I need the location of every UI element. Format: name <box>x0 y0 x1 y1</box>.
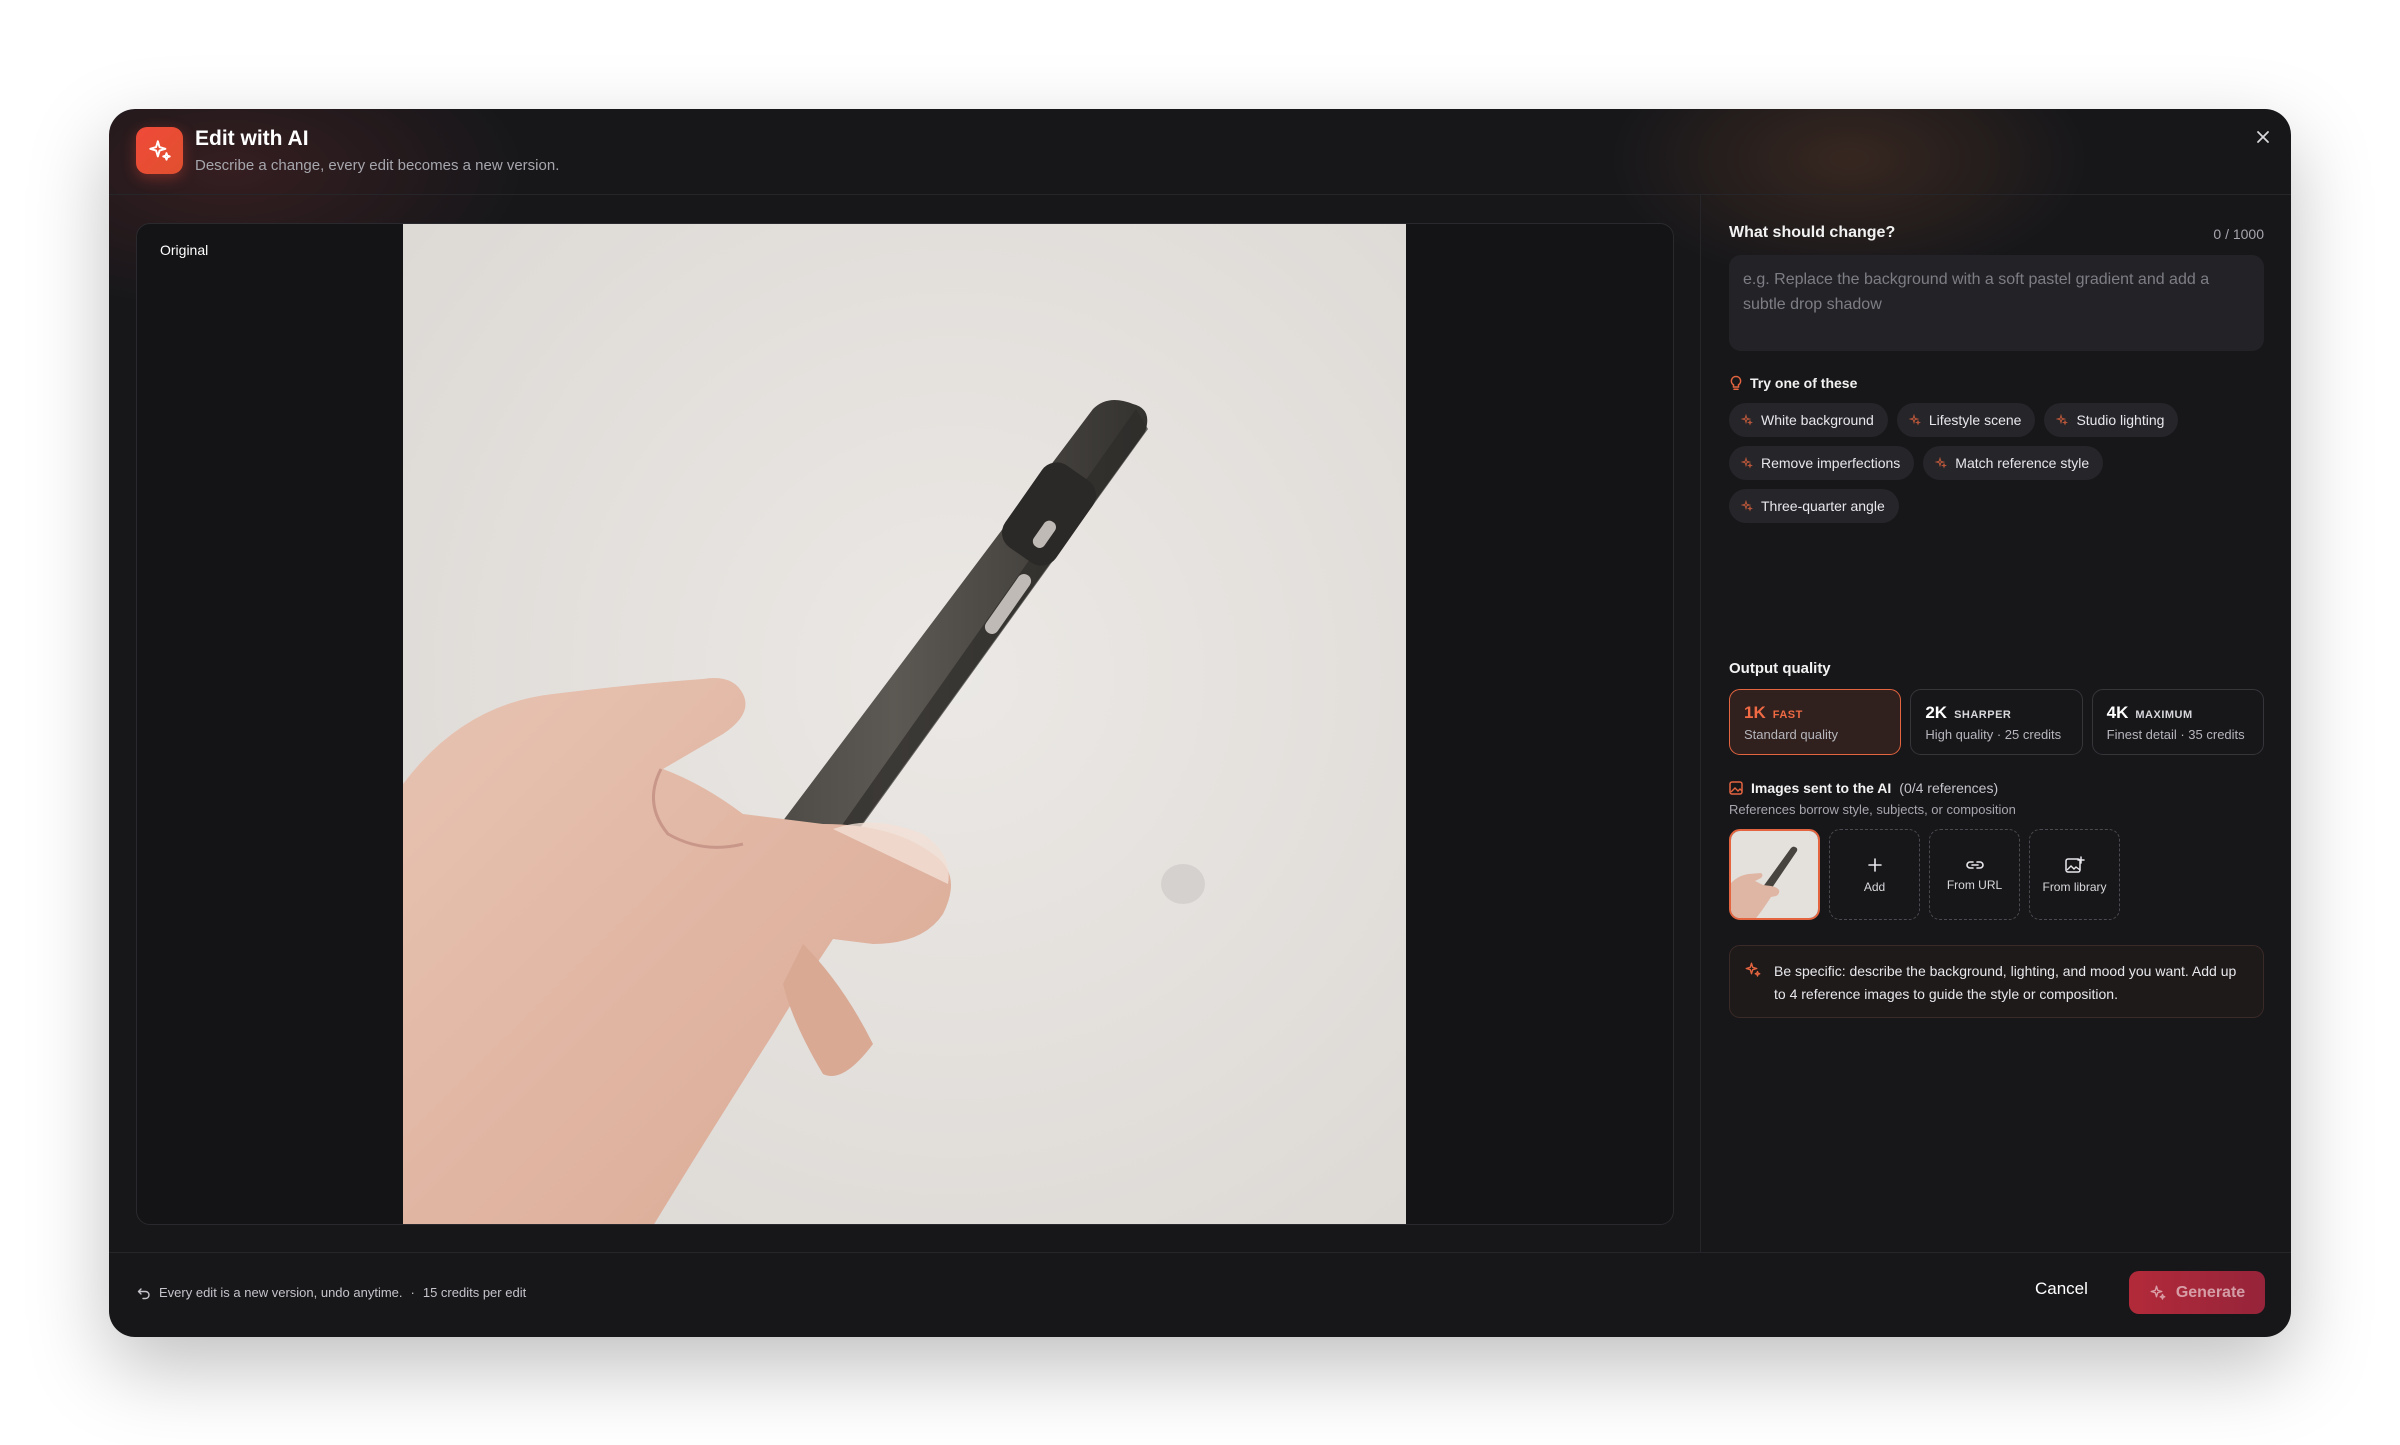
sparkles-icon <box>1741 414 1753 426</box>
slot-label: From URL <box>1946 877 2003 892</box>
from-url-button[interactable]: From URL <box>1929 829 2020 920</box>
edit-with-ai-modal: Edit with AI Describe a change, every ed… <box>109 109 2291 1337</box>
suggestion-chips: White background Lifestyle scene Studio … <box>1729 403 2264 523</box>
footer-note: Every edit is a new version, undo anytim… <box>137 1285 526 1300</box>
output-quality-label: Output quality <box>1729 660 1831 677</box>
footer-divider <box>109 1252 2291 1253</box>
char-count: 0 / 1000 <box>2213 226 2264 242</box>
prompt-input[interactable]: e.g. Replace the background with a soft … <box>1729 255 2264 351</box>
quality-desc: Finest detail · 35 credits <box>2106 727 2245 742</box>
chip-label: Match reference style <box>1955 455 2090 471</box>
source-image-thumbnail[interactable] <box>1729 829 1820 920</box>
quality-options: 1K FAST Standard quality 2K SHARPER High q… <box>1729 689 2264 755</box>
add-reference-button[interactable]: Add <box>1829 829 1920 920</box>
lightbulb-icon <box>1730 375 1742 390</box>
images-subtitle: References borrow style, subjects, or co… <box>1729 802 2016 817</box>
chip-label: Three-quarter angle <box>1761 498 1885 514</box>
footer-note-text: Every edit is a new version, undo anytim… <box>159 1285 403 1300</box>
close-button[interactable] <box>2251 125 2275 149</box>
chip-three-quarter-angle[interactable]: Three-quarter angle <box>1729 489 1899 523</box>
chip-studio-lighting[interactable]: Studio lighting <box>2044 403 2179 437</box>
cancel-button[interactable]: Cancel <box>2035 1279 2088 1299</box>
images-label-text: Images sent to the AI <box>1751 780 1892 796</box>
modal-subtitle: Describe a change, every edit becomes a … <box>195 157 560 174</box>
sparkles-icon <box>1908 414 1921 426</box>
quality-tag: SHARPER <box>1954 709 2012 721</box>
panel-divider <box>1700 195 1701 1252</box>
chip-white-background[interactable]: White background <box>1729 403 1888 437</box>
quality-tag: MAXIMUM <box>2135 709 2193 721</box>
references-count: (0/4 references) <box>1899 780 1999 796</box>
sparkles-icon <box>2056 414 2069 426</box>
chip-label: Lifestyle scene <box>1928 412 2022 428</box>
quality-option-2k[interactable]: 2K SHARPER High quality · 25 credits <box>1910 689 2083 755</box>
modal-header: Edit with AI Describe a change, every ed… <box>109 109 2291 195</box>
footer-separator: · <box>410 1285 415 1300</box>
quality-res: 1K <box>1744 703 1766 722</box>
quality-option-1k[interactable]: 1K FAST Standard quality <box>1729 689 1902 755</box>
sparkles-icon <box>136 127 183 174</box>
sparkles-icon <box>1745 962 1761 977</box>
quality-desc: High quality · 25 credits <box>1925 727 2062 742</box>
image-preview: Original <box>136 223 1674 1225</box>
sparkles-icon <box>1741 500 1753 512</box>
image-add-icon <box>2064 855 2085 873</box>
image-icon <box>1729 781 1743 795</box>
quality-tag: FAST <box>1772 709 1803 721</box>
tip-text: Be specific: describe the background, li… <box>1774 963 2237 1002</box>
images-label: Images sent to the AI (0/4 references) <box>1729 780 1998 796</box>
credits-note: 15 credits per edit <box>422 1285 527 1300</box>
tip-box: Be specific: describe the background, li… <box>1729 945 2264 1018</box>
sparkles-icon <box>2150 1285 2166 1300</box>
suggestions-label: Try one of these <box>1729 375 1857 391</box>
chip-label: Studio lighting <box>2076 412 2165 428</box>
chip-label: Remove imperfections <box>1761 455 1901 471</box>
link-icon <box>1965 860 1984 869</box>
sparkles-icon <box>1935 457 1948 469</box>
sparkles-icon <box>1741 457 1753 469</box>
reference-images: Add From URL From library <box>1729 829 2120 920</box>
suggestions-label-text: Try one of these <box>1750 375 1858 391</box>
chip-label: White background <box>1761 412 1874 428</box>
close-icon <box>2257 131 2269 143</box>
modal-title: Edit with AI <box>195 127 309 150</box>
from-library-button[interactable]: From library <box>2029 829 2120 920</box>
quality-res: 2K <box>1925 703 1948 722</box>
chip-lifestyle-scene[interactable]: Lifestyle scene <box>1896 403 2036 437</box>
quality-res: 4K <box>2106 703 2129 722</box>
chip-match-reference-style[interactable]: Match reference style <box>1923 446 2104 480</box>
quality-option-4k[interactable]: 4K MAXIMUM Finest detail · 35 credits <box>2091 689 2264 755</box>
generate-label: Generate <box>2175 1283 2246 1301</box>
original-badge: Original <box>150 237 219 263</box>
quality-desc: Standard quality <box>1744 727 1838 742</box>
chip-remove-imperfections[interactable]: Remove imperfections <box>1729 446 1915 480</box>
generate-button[interactable]: Generate <box>2129 1271 2265 1314</box>
prompt-label: What should change? <box>1729 224 1896 241</box>
slot-label: Add <box>1863 879 1886 894</box>
slot-label: From library <box>2042 879 2107 894</box>
product-photo <box>403 224 1406 1224</box>
plus-icon <box>1867 857 1882 872</box>
undo-icon <box>137 1287 150 1299</box>
